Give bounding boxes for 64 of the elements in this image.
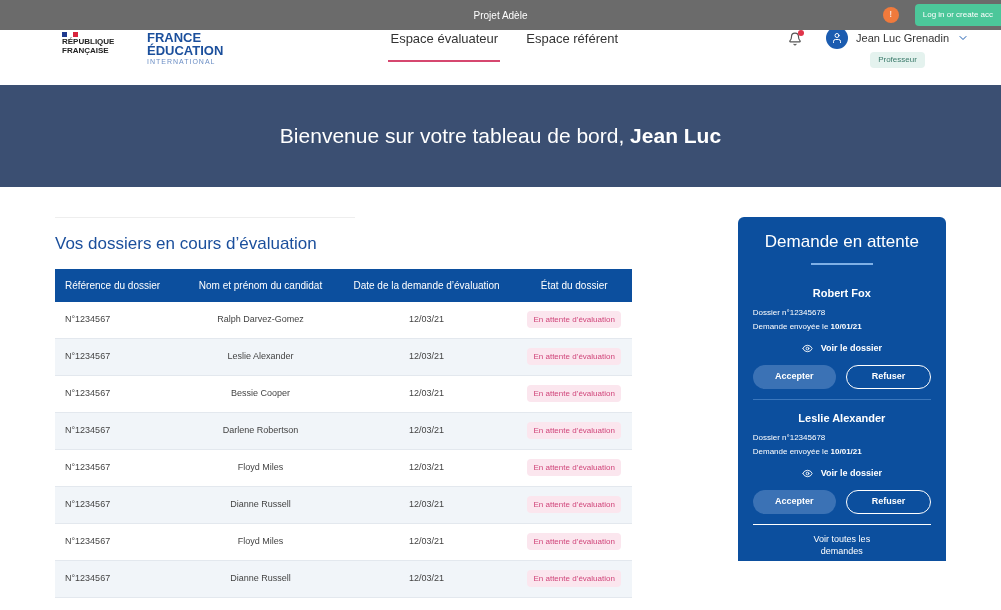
status-tag: En attente d’évaluation: [527, 348, 621, 366]
column-header: Date de la demande d’évaluation: [336, 268, 517, 302]
accept-button[interactable]: Accepter: [752, 489, 836, 514]
table-cell: N°1234567: [55, 560, 185, 598]
nav-tab[interactable]: Espace évaluateur: [388, 30, 501, 62]
table-cell: N°1234567: [55, 449, 185, 487]
table-cell: N°1234567: [55, 375, 185, 413]
user-name: Jean Luc Grenadin: [856, 30, 949, 46]
table-cell: 12/03/21: [336, 375, 517, 413]
column-header: État du dossier: [516, 268, 632, 302]
see-all-link[interactable]: Voir toutes les demandes: [801, 532, 882, 557]
table-cell: Darlene Robertson: [184, 412, 337, 450]
table-cell: 12/03/21: [336, 560, 517, 598]
table-cell: 12/03/21: [336, 523, 517, 561]
request-date: Demande envoyée le 10/01/21: [752, 446, 863, 458]
dossier-number: Dossier n°12345678: [752, 307, 827, 319]
alert-badge: !: [882, 7, 899, 23]
nav-tab[interactable]: Espace référent: [526, 30, 619, 62]
flag-icon: [62, 32, 78, 37]
requester-name: Robert Fox: [811, 285, 872, 301]
table-cell: 12/03/21: [336, 301, 517, 339]
request-date: Demande envoyée le 10/01/21: [752, 321, 863, 333]
section-title: Vos dossiers en cours d’évaluation: [55, 234, 317, 253]
table-cell: Ralph Darvez-Gomez: [184, 301, 337, 339]
hero-title: Bienvenue sur votre tableau de bord, Jean Luc: [279, 123, 722, 150]
panel-title: Demande en attente: [764, 231, 919, 253]
table-cell: N°1234567: [55, 301, 185, 339]
view-link[interactable]: Voir le dossier: [752, 342, 931, 356]
logo-text: FRANCE: [147, 31, 202, 44]
table-cell: N°1234567: [55, 338, 185, 376]
table-cell: Floyd Miles: [184, 449, 337, 487]
role-tag: Professeur: [870, 52, 925, 68]
table-cell: N°1234567: [55, 523, 185, 561]
table-cell: Leslie Alexander: [184, 338, 337, 376]
status-tag: En attente d’évaluation: [527, 496, 621, 514]
status-tag: En attente d’évaluation: [527, 570, 621, 588]
logo-text: RÉPUBLIQUE: [62, 37, 116, 46]
eye-icon: [801, 343, 813, 355]
requester-name: Leslie Alexander: [797, 410, 887, 426]
column-header: Nom et prénom du candidat: [184, 268, 337, 302]
table-cell: Bessie Cooper: [184, 375, 337, 413]
table-cell: 12/03/21: [336, 449, 517, 487]
accept-button[interactable]: Accepter: [752, 364, 836, 389]
table-cell: Dianne Russell: [184, 560, 337, 598]
column-header: Référence du dossier: [55, 268, 185, 302]
status-tag: En attente d’évaluation: [527, 311, 621, 328]
status-tag: En attente d’évaluation: [527, 459, 621, 477]
dossier-number: Dossier n°12345678: [752, 432, 827, 444]
logo-text: FRANÇAISE: [62, 46, 110, 55]
table-cell: Dianne Russell: [184, 486, 337, 524]
table-cell: 12/03/21: [336, 338, 517, 376]
project-title: Projet Adèle: [473, 8, 528, 23]
eye-icon: [801, 468, 813, 480]
logo-text: ÉDUCATION: [147, 44, 224, 57]
view-link[interactable]: Voir le dossier: [752, 467, 931, 481]
table-cell: N°1234567: [55, 486, 185, 524]
table-cell: N°1234567: [55, 412, 185, 450]
table-cell: 12/03/21: [336, 412, 517, 450]
table-cell: Floyd Miles: [184, 523, 337, 561]
status-tag: En attente d’évaluation: [527, 422, 621, 440]
status-tag: En attente d’évaluation: [527, 385, 621, 403]
bell-icon[interactable]: [788, 32, 803, 46]
table-cell: 12/03/21: [336, 486, 517, 524]
status-tag: En attente d’évaluation: [527, 533, 621, 551]
